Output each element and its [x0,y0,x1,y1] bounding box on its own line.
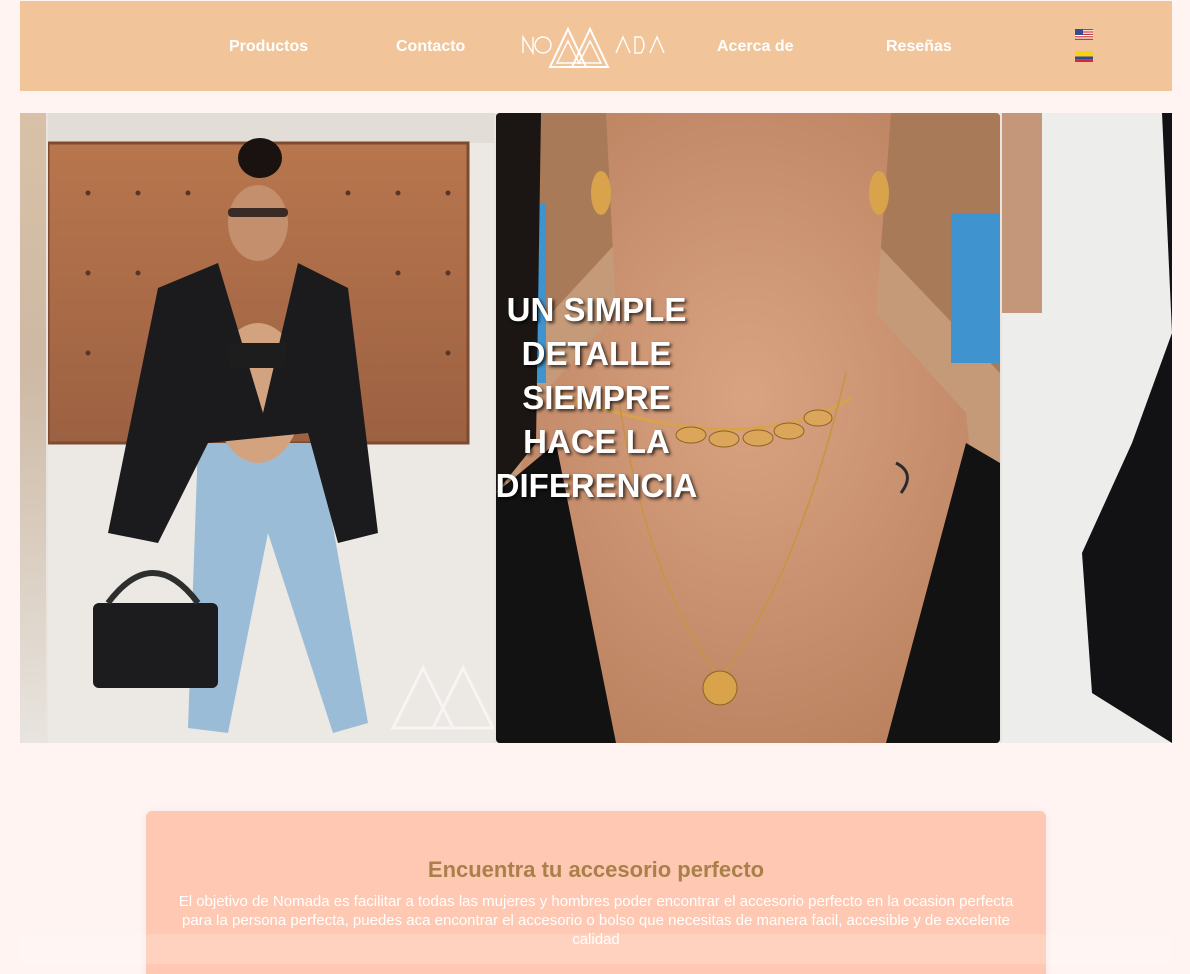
nav-contacto[interactable]: Contacto [396,38,465,56]
nav-resenas[interactable]: Reseñas [886,38,952,56]
carousel-slide-model-jacket[interactable] [48,113,494,743]
carousel-slide-partial-right[interactable] [1002,113,1172,743]
nav-acerca-de[interactable]: Acerca de [717,38,794,56]
nav-productos[interactable]: Productos [229,38,308,56]
hero-carousel[interactable]: UN SIMPLE DETALLE SIEMPRE HACE LA DIFERE… [20,113,1172,743]
nomada-logo[interactable] [520,23,666,69]
carousel-slide-partial-left[interactable] [20,113,46,743]
hero-headline: UN SIMPLE DETALLE SIEMPRE HACE LA DIFERE… [495,291,698,504]
colombia-flag-icon[interactable] [1075,49,1093,62]
site-header: Productos Contacto Acerca de Reseñas [20,1,1172,91]
us-flag-icon[interactable] [1075,27,1093,40]
info-title: Encuentra tu accesorio perfecto [427,857,765,882]
bottom-overlay [20,934,1170,964]
